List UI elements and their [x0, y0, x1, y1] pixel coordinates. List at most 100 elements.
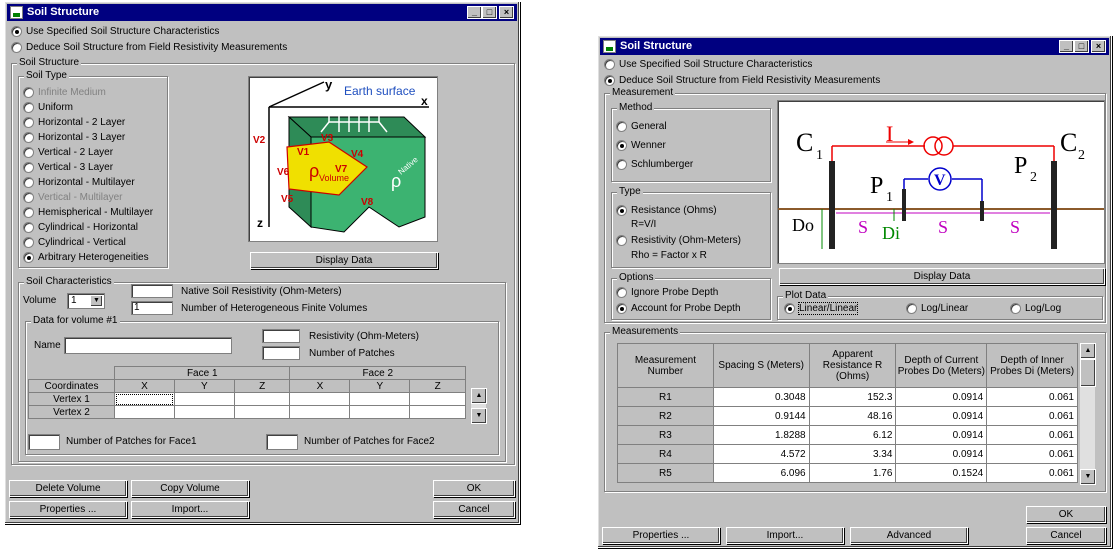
properties-button[interactable]: Properties ...: [602, 527, 720, 544]
table-cell[interactable]: 0.0914: [895, 444, 988, 464]
table-cell[interactable]: [173, 405, 235, 419]
measurements-scrollbar[interactable]: ▲ ▼: [1079, 343, 1096, 485]
soil-type-option[interactable]: Horizontal - 2 Layer: [23, 117, 125, 128]
table-cell[interactable]: 0.9144: [712, 406, 810, 426]
method-option[interactable]: General: [616, 121, 667, 132]
column-header[interactable]: Depth of Inner Probes Di (Meters): [986, 343, 1078, 388]
method-option[interactable]: Wenner: [616, 140, 666, 151]
soil-type-option[interactable]: Horizontal - 3 Layer: [23, 132, 125, 143]
native-resistivity-input[interactable]: [131, 284, 173, 298]
soil-type-option[interactable]: Uniform: [23, 102, 73, 113]
table-cell[interactable]: 0.061: [986, 387, 1078, 407]
num-volumes-input[interactable]: 1: [131, 301, 173, 315]
maximize-icon[interactable]: □: [482, 6, 497, 19]
table-cell[interactable]: [114, 392, 175, 406]
cancel-button[interactable]: Cancel: [1026, 527, 1106, 544]
advanced-button[interactable]: Advanced: [850, 527, 968, 544]
row-header[interactable]: R2: [617, 406, 714, 426]
radio-account-depth[interactable]: Account for Probe Depth: [616, 303, 741, 314]
close-icon[interactable]: ×: [499, 6, 514, 19]
table-cell[interactable]: 4.572: [712, 444, 810, 464]
table-cell[interactable]: 0.0914: [895, 425, 988, 445]
soil-type-option[interactable]: Vertical - 3 Layer: [23, 162, 113, 173]
column-header[interactable]: Apparent Resistance R (Ohms): [808, 343, 897, 388]
soil-type-option[interactable]: Hemispherical - Multilayer: [23, 207, 153, 218]
maximize-icon[interactable]: □: [1074, 40, 1089, 53]
table-cell[interactable]: [289, 392, 351, 406]
radio-linear-linear[interactable]: Linear/Linear: [784, 302, 859, 315]
table-cell[interactable]: [349, 405, 411, 419]
chevron-down-icon[interactable]: ▼: [90, 295, 103, 307]
radio-use-specified[interactable]: Use Specified Soil Structure Characteris…: [11, 26, 219, 37]
row-header[interactable]: R1: [617, 387, 714, 407]
scroll-thumb[interactable]: [1080, 359, 1096, 387]
row-header[interactable]: R4: [617, 444, 714, 464]
display-data-button[interactable]: Display Data: [779, 268, 1105, 285]
left-title-bar[interactable]: Soil Structure _ □ ×: [7, 4, 517, 21]
copy-volume-button[interactable]: Copy Volume: [131, 480, 249, 497]
soil-type-option[interactable]: Cylindrical - Vertical: [23, 237, 126, 248]
display-data-button[interactable]: Display Data: [250, 252, 438, 269]
table-cell[interactable]: [349, 392, 411, 406]
radio-log-linear[interactable]: Log/Linear: [906, 303, 968, 314]
row-header[interactable]: R3: [617, 425, 714, 445]
table-cell[interactable]: 0.061: [986, 463, 1078, 483]
table-cell[interactable]: 3.34: [808, 444, 897, 464]
scroll-down-icon[interactable]: ▼: [471, 408, 487, 424]
volume-select[interactable]: 1 ▼: [67, 293, 105, 309]
ok-button[interactable]: OK: [433, 480, 515, 497]
soil-type-option[interactable]: Vertical - 2 Layer: [23, 147, 113, 158]
table-cell[interactable]: [173, 392, 235, 406]
delete-volume-button[interactable]: Delete Volume: [9, 480, 127, 497]
properties-button[interactable]: Properties ...: [9, 501, 127, 518]
table-cell[interactable]: 1.8288: [712, 425, 810, 445]
table-cell[interactable]: 0.1524: [895, 463, 988, 483]
table-cell[interactable]: 0.061: [986, 444, 1078, 464]
cancel-button[interactable]: Cancel: [433, 501, 515, 518]
table-cell[interactable]: 48.16: [808, 406, 897, 426]
minimize-icon[interactable]: _: [1059, 40, 1074, 53]
method-option[interactable]: Schlumberger: [616, 159, 693, 170]
table-cell[interactable]: 0.3048: [712, 387, 810, 407]
scroll-up-icon[interactable]: ▲: [1080, 343, 1096, 359]
radio-ignore-depth[interactable]: Ignore Probe Depth: [616, 287, 718, 298]
row-header[interactable]: R5: [617, 463, 714, 483]
radio-use-specified[interactable]: Use Specified Soil Structure Characteris…: [604, 59, 812, 70]
patches-face2-input[interactable]: [266, 434, 298, 450]
table-cell[interactable]: 1.76: [808, 463, 897, 483]
minimize-icon[interactable]: _: [467, 6, 482, 19]
table-cell[interactable]: [233, 392, 291, 406]
table-cell[interactable]: [289, 405, 351, 419]
scroll-up-icon[interactable]: ▲: [471, 388, 487, 404]
resistivity-input[interactable]: [262, 329, 300, 343]
volume-name-input[interactable]: [64, 337, 232, 354]
radio-deduce[interactable]: Deduce Soil Structure from Field Resisti…: [11, 42, 287, 53]
table-cell[interactable]: 0.061: [986, 406, 1078, 426]
table-cell[interactable]: [409, 405, 466, 419]
scroll-down-icon[interactable]: ▼: [1080, 469, 1096, 485]
import-button[interactable]: Import...: [131, 501, 249, 518]
soil-type-option[interactable]: Cylindrical - Horizontal: [23, 222, 138, 233]
soil-type-option[interactable]: Arbitrary Heterogeneities: [23, 252, 149, 263]
table-cell[interactable]: 6.12: [808, 425, 897, 445]
import-button[interactable]: Import...: [726, 527, 844, 544]
radio-deduce[interactable]: Deduce Soil Structure from Field Resisti…: [604, 75, 880, 86]
radio-resistivity[interactable]: Resistivity (Ohm-Meters): [616, 235, 741, 246]
coordinates-scrollbar[interactable]: ▲ ▼: [470, 388, 487, 424]
table-cell[interactable]: 6.096: [712, 463, 810, 483]
patches-face1-input[interactable]: [28, 434, 60, 450]
table-cell[interactable]: 0.061: [986, 425, 1078, 445]
table-cell[interactable]: [233, 405, 291, 419]
table-cell[interactable]: [114, 405, 175, 419]
column-header[interactable]: Spacing S (Meters): [712, 343, 810, 388]
radio-resistance[interactable]: Resistance (Ohms): [616, 205, 717, 216]
table-cell[interactable]: 152.3: [808, 387, 897, 407]
close-icon[interactable]: ×: [1091, 40, 1106, 53]
table-cell[interactable]: [409, 392, 466, 406]
column-header[interactable]: Measurement Number: [617, 343, 714, 388]
soil-type-option[interactable]: Horizontal - Multilayer: [23, 177, 135, 188]
table-cell[interactable]: 0.0914: [895, 406, 988, 426]
column-header[interactable]: Depth of Current Probes Do (Meters): [895, 343, 988, 388]
table-cell[interactable]: 0.0914: [895, 387, 988, 407]
ok-button[interactable]: OK: [1026, 506, 1106, 523]
